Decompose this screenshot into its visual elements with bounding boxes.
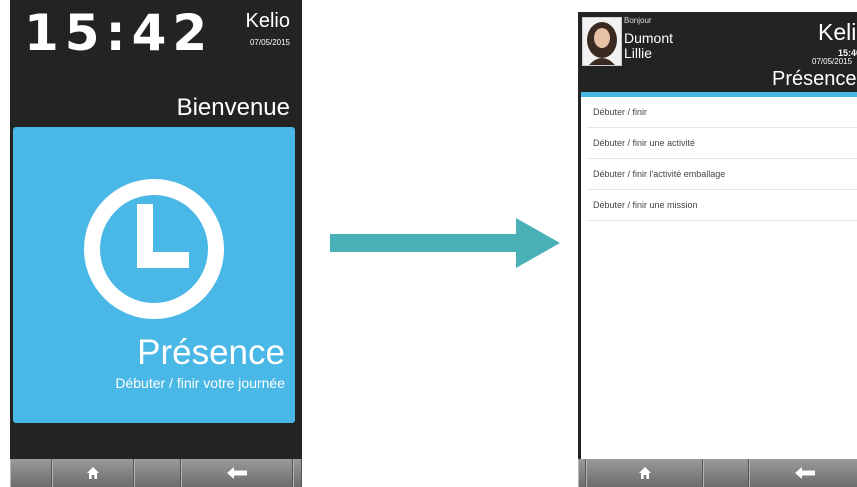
- back-button[interactable]: [181, 459, 293, 487]
- bottom-bar: [10, 459, 302, 487]
- bar-segment: [10, 459, 52, 487]
- home-icon: [638, 467, 651, 479]
- home-icon: [87, 467, 99, 479]
- bar-segment: [134, 459, 181, 487]
- greeting: Bonjour: [624, 16, 652, 25]
- menu-panel: Débuter / finir Débuter / finir une acti…: [581, 92, 857, 467]
- home-screen: 15:42 Kelio 07/05/2015 Bienvenue Présenc…: [10, 0, 302, 487]
- current-date: 07/05/2015: [249, 38, 290, 47]
- menu-item-packing-activity[interactable]: Débuter / finir l'activité emballage: [587, 159, 857, 190]
- menu-item-start-finish[interactable]: Débuter / finir: [587, 97, 857, 128]
- back-arrow-icon: [795, 467, 815, 479]
- right-arrow-icon: [330, 218, 560, 268]
- tile-subtitle: Débuter / finir votre journée: [115, 375, 285, 391]
- back-button[interactable]: [749, 459, 857, 487]
- presence-screen: Bonjour Dumont Lillie Kelio 15:40 07/05/…: [578, 12, 857, 487]
- brand-logo: Kelio: [818, 19, 857, 45]
- presence-tile[interactable]: Présence Débuter / finir votre journée: [13, 127, 295, 423]
- section-title: Présence: [772, 68, 857, 90]
- bottom-bar: [578, 459, 857, 487]
- user-last-name: Dumont: [624, 30, 674, 46]
- bar-segment: [293, 459, 302, 487]
- clock-time: 15:42: [24, 4, 214, 62]
- home-button[interactable]: [52, 459, 134, 487]
- home-button[interactable]: [586, 459, 703, 487]
- current-date: 07/05/2015: [812, 57, 853, 66]
- tile-title: Présence: [137, 333, 285, 372]
- bar-segment: [703, 459, 749, 487]
- back-arrow-icon: [227, 467, 247, 479]
- bar-segment: [578, 459, 586, 487]
- clock-icon: [84, 179, 224, 319]
- menu-item-activity[interactable]: Débuter / finir une activité: [587, 128, 857, 159]
- welcome-heading: Bienvenue: [176, 94, 290, 121]
- brand-logo: Kelio: [245, 10, 290, 32]
- avatar: [582, 17, 622, 66]
- menu-item-mission[interactable]: Débuter / finir une mission: [587, 190, 857, 221]
- user-first-name: Lillie: [624, 45, 653, 61]
